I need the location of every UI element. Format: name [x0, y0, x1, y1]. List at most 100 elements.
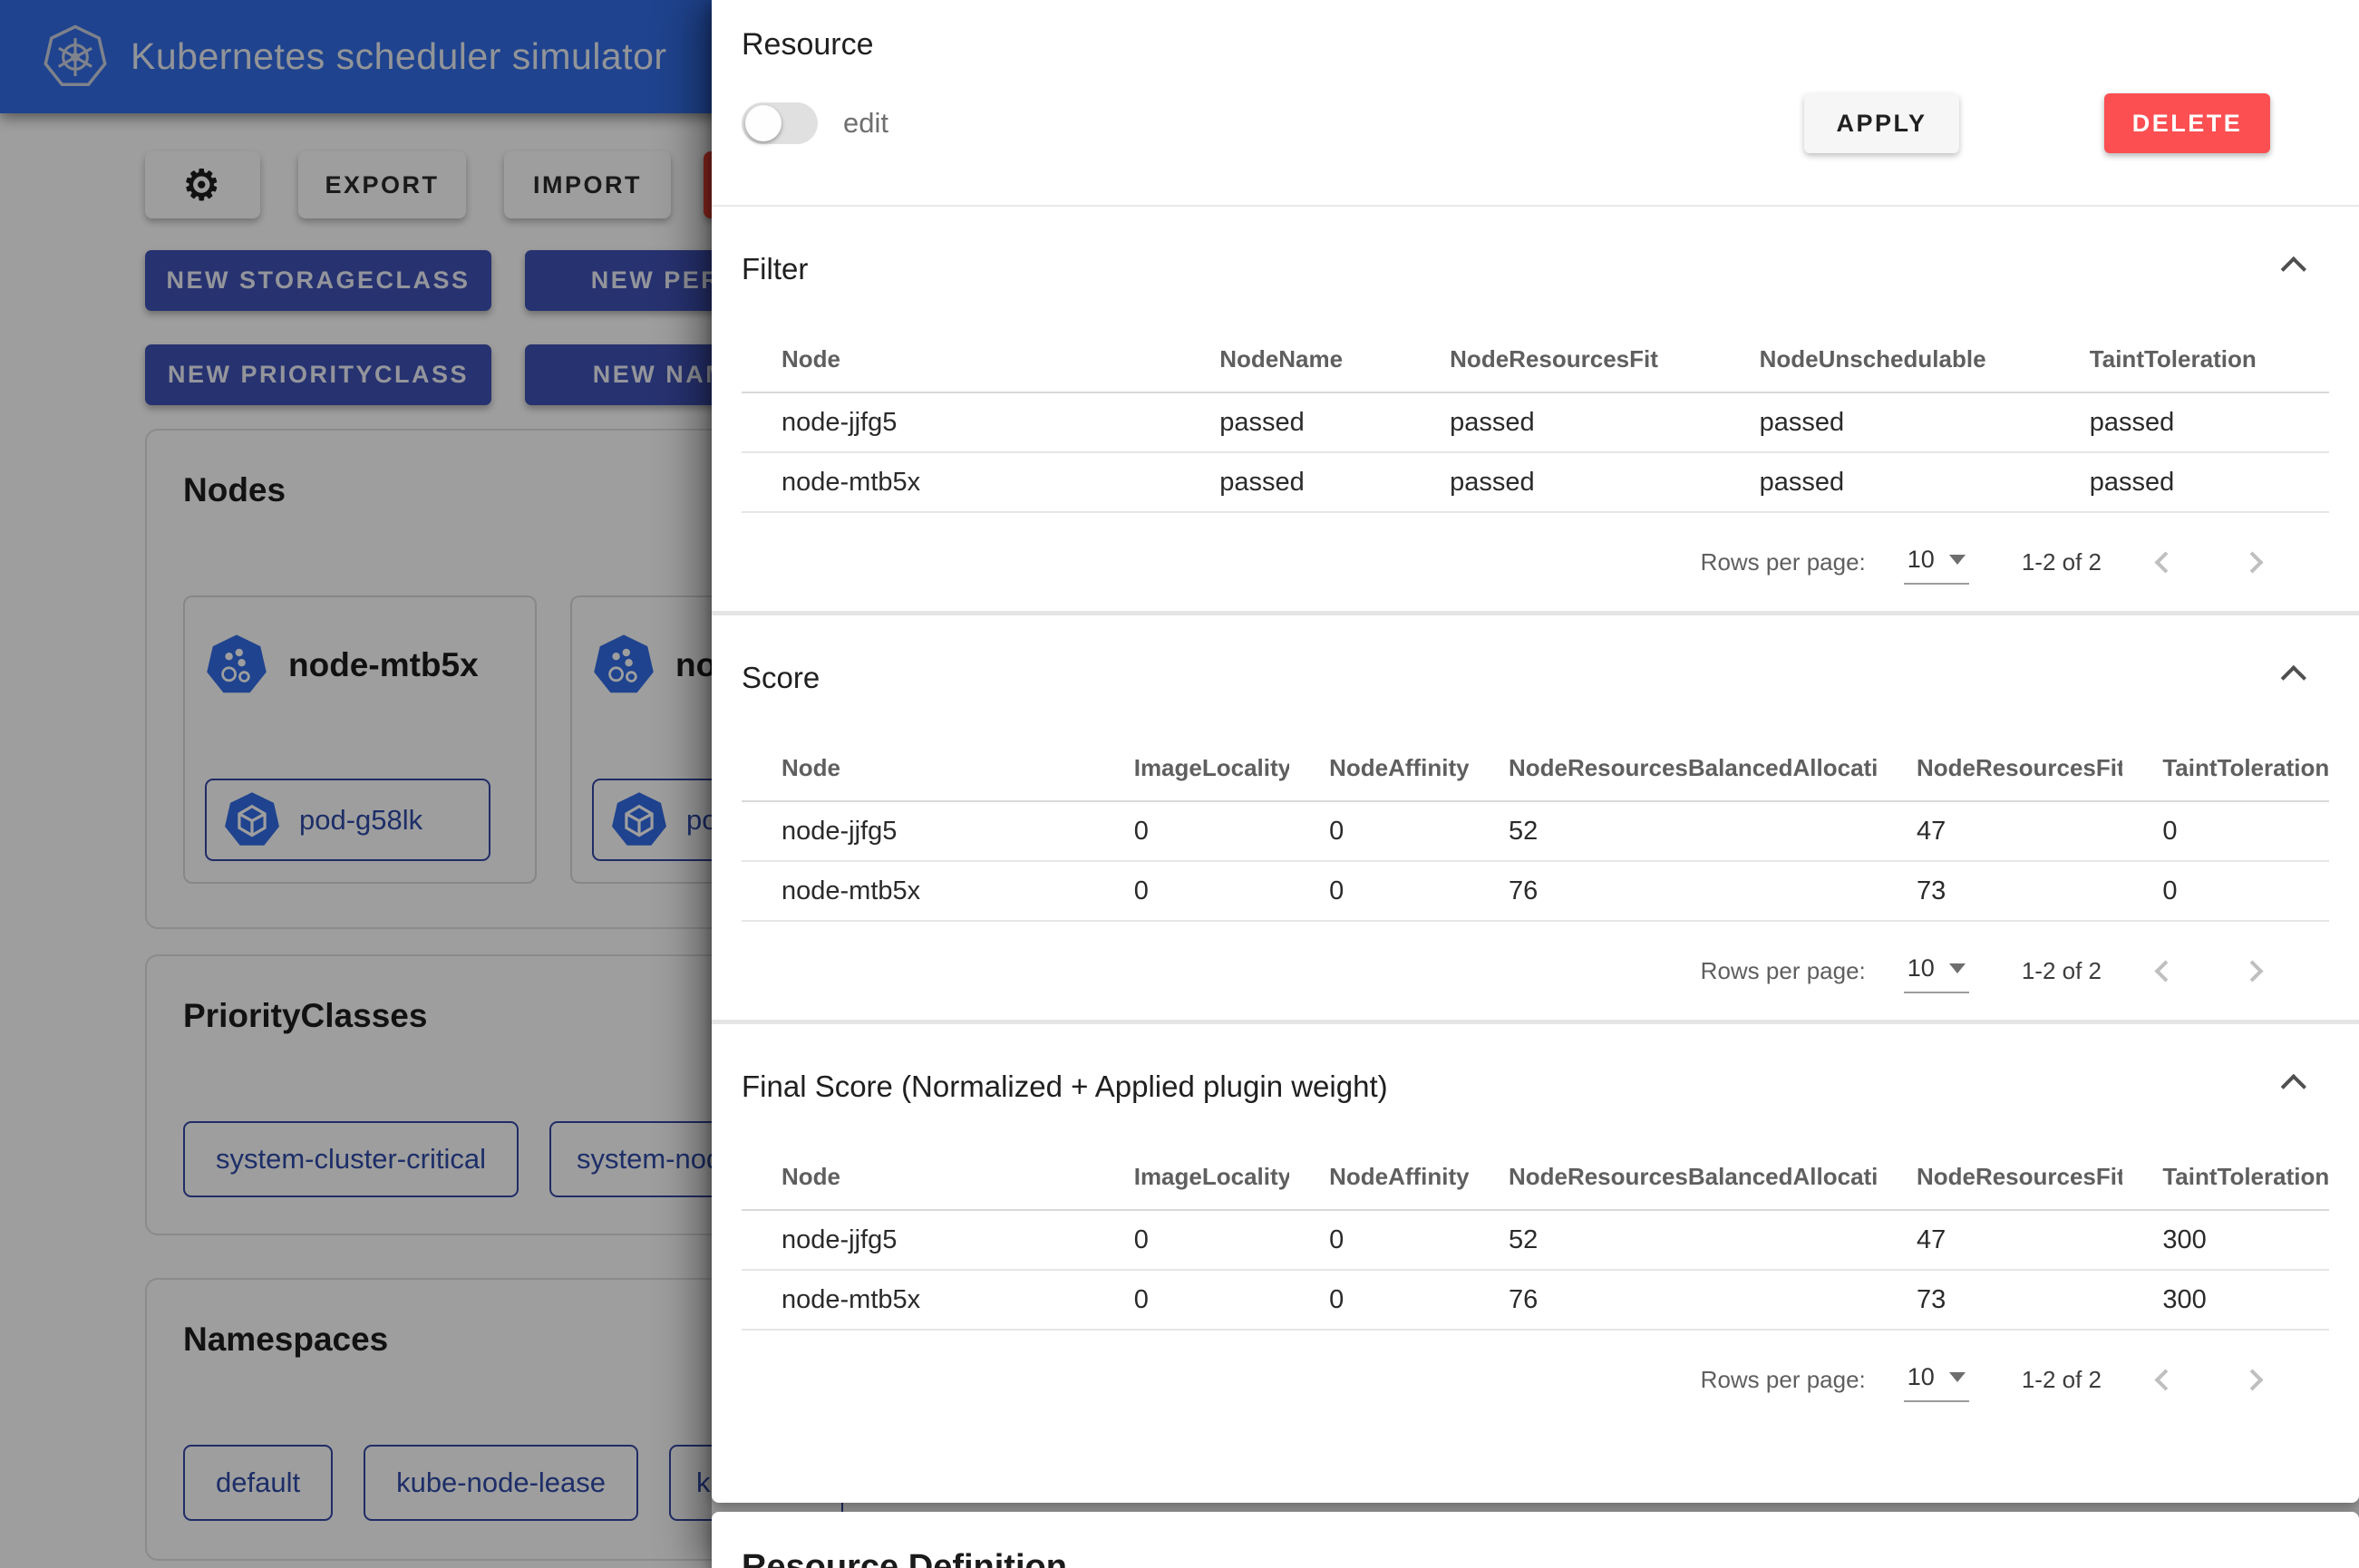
cell-value: passed: [2050, 392, 2329, 452]
cell-value: 0: [1094, 801, 1289, 861]
previous-page-button[interactable]: [2138, 944, 2192, 998]
filter-table: Node NodeName NodeResourcesFit NodeUnsch…: [742, 327, 2329, 513]
cell-value: passed: [1720, 452, 2050, 512]
column-header: TaintToleration: [2122, 1145, 2329, 1210]
score-table: Node ImageLocality NodeAffinity NodeReso…: [742, 736, 2329, 922]
table-row: node-mtb5x 0 0 76 73 0: [742, 861, 2329, 921]
cell-value: 47: [1877, 1210, 2122, 1270]
column-header: NodeResourcesBalancedAllocation: [1469, 736, 1877, 801]
column-header: NodeResourcesFit: [1877, 736, 2122, 801]
apply-button[interactable]: APPLY: [1804, 93, 1959, 153]
column-header: NodeName: [1180, 327, 1410, 392]
next-page-button[interactable]: [2225, 944, 2279, 998]
column-header: NodeAffinity: [1289, 736, 1469, 801]
cell-value: 73: [1877, 1270, 2122, 1330]
table-row: node-jjfg5 passed passed passed passed: [742, 392, 2329, 452]
table-header-row: Node ImageLocality NodeAffinity NodeReso…: [742, 1145, 2329, 1210]
cell-value: 52: [1469, 1210, 1877, 1270]
resource-definition-card: Resource Definition: [712, 1512, 2359, 1568]
cell-value: 0: [1289, 1270, 1469, 1330]
cell-value: 0: [1289, 1210, 1469, 1270]
cell-value: 0: [1094, 861, 1289, 921]
chevron-right-icon: [2241, 1369, 2263, 1390]
collapse-final-score-button[interactable]: [2271, 1067, 2311, 1107]
cell-value: 76: [1469, 861, 1877, 921]
collapse-score-button[interactable]: [2271, 658, 2311, 698]
resource-title: Resource: [742, 27, 2329, 63]
filter-section-title: Filter: [742, 252, 808, 286]
column-header: Node: [742, 327, 1180, 392]
column-header: NodeResourcesFit: [1410, 327, 1719, 392]
table-row: node-jjfg5 0 0 52 47 300: [742, 1210, 2329, 1270]
final-score-section-head: Final Score (Normalized + Applied plugin…: [742, 1067, 2329, 1107]
score-section-head: Score: [742, 658, 2329, 698]
column-header: ImageLocality: [1094, 736, 1289, 801]
previous-page-button[interactable]: [2138, 535, 2192, 589]
final-score-table: Node ImageLocality NodeAffinity NodeReso…: [742, 1145, 2329, 1331]
caret-down-icon: [1949, 555, 1966, 565]
chevron-up-icon: [2281, 665, 2306, 691]
next-page-button[interactable]: [2225, 1352, 2279, 1407]
cell-value: 76: [1469, 1270, 1877, 1330]
filter-pagination: Rows per page: 10 1-2 of 2: [742, 513, 2329, 611]
pagination-range: 1-2 of 2: [2022, 548, 2102, 576]
cell-value: passed: [1720, 392, 2050, 452]
rows-per-page-label: Rows per page:: [1701, 548, 1866, 576]
table-row: node-mtb5x passed passed passed passed: [742, 452, 2329, 512]
cell-value: 0: [1289, 801, 1469, 861]
cell-value: passed: [2050, 452, 2329, 512]
cell-node: node-jjfg5: [742, 1210, 1094, 1270]
cell-value: 300: [2122, 1270, 2329, 1330]
cell-value: 0: [2122, 801, 2329, 861]
rows-per-page-label: Rows per page:: [1701, 1366, 1866, 1394]
rows-per-page-value: 10: [1908, 954, 1935, 982]
pagination-range: 1-2 of 2: [2022, 957, 2102, 985]
previous-page-button[interactable]: [2138, 1352, 2192, 1407]
table-header-row: Node ImageLocality NodeAffinity NodeReso…: [742, 736, 2329, 801]
edit-toggle[interactable]: [742, 102, 818, 144]
score-section: Score Node ImageLocality NodeAffinity No…: [712, 615, 2359, 1020]
chevron-up-icon: [2281, 256, 2306, 282]
rows-per-page-value: 10: [1908, 546, 1935, 574]
next-page-button[interactable]: [2225, 535, 2279, 589]
resource-detail-card: Resource edit APPLY DELETE Filter: [712, 0, 2359, 1503]
cell-value: 0: [1094, 1270, 1289, 1330]
cell-value: 0: [1094, 1210, 1289, 1270]
delete-button[interactable]: DELETE: [2104, 93, 2270, 153]
rows-per-page-select[interactable]: 10: [1904, 540, 1969, 585]
pagination-range: 1-2 of 2: [2022, 1366, 2102, 1394]
resource-dialog: Resource edit APPLY DELETE Filter: [712, 0, 2359, 1568]
score-section-title: Score: [742, 661, 820, 695]
column-header: NodeResourcesFit: [1877, 1145, 2122, 1210]
cell-value: 300: [2122, 1210, 2329, 1270]
cell-node: node-mtb5x: [742, 1270, 1094, 1330]
column-header: NodeAffinity: [1289, 1145, 1469, 1210]
column-header: NodeUnschedulable: [1720, 327, 2050, 392]
cell-value: passed: [1180, 392, 1410, 452]
caret-down-icon: [1949, 963, 1966, 973]
column-header: Node: [742, 736, 1094, 801]
rows-per-page-value: 10: [1908, 1363, 1935, 1391]
cell-node: node-jjfg5: [742, 392, 1180, 452]
cell-value: passed: [1180, 452, 1410, 512]
column-header: TaintToleration: [2122, 736, 2329, 801]
collapse-filter-button[interactable]: [2271, 249, 2311, 289]
chevron-left-icon: [2154, 1369, 2176, 1390]
rows-per-page-select[interactable]: 10: [1904, 949, 1969, 993]
table-row: node-mtb5x 0 0 76 73 300: [742, 1270, 2329, 1330]
cell-node: node-mtb5x: [742, 452, 1180, 512]
edit-toggle-thumb: [745, 105, 781, 141]
resource-definition-title: Resource Definition: [742, 1548, 2329, 1568]
cell-value: passed: [1410, 452, 1719, 512]
final-score-section: Final Score (Normalized + Applied plugin…: [712, 1024, 2359, 1428]
rows-per-page-select[interactable]: 10: [1904, 1358, 1969, 1402]
chevron-left-icon: [2154, 551, 2176, 573]
chevron-left-icon: [2154, 960, 2176, 982]
cell-node: node-jjfg5: [742, 801, 1094, 861]
cell-node: node-mtb5x: [742, 861, 1094, 921]
filter-section-head: Filter: [742, 249, 2329, 289]
chevron-right-icon: [2241, 960, 2263, 982]
cell-value: 0: [1289, 861, 1469, 921]
cell-value: passed: [1410, 392, 1719, 452]
table-header-row: Node NodeName NodeResourcesFit NodeUnsch…: [742, 327, 2329, 392]
